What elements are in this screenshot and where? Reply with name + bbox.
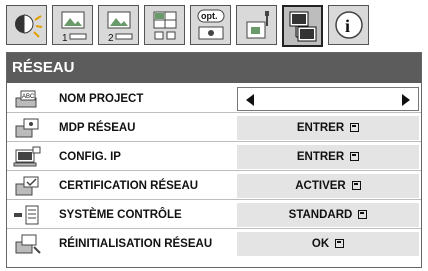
tab-image-1-number: 1 (62, 33, 68, 44)
tab-image-1[interactable]: 1 (52, 5, 93, 45)
network-certification-icon (15, 176, 39, 196)
network-menu-panel: RÉSEAU ABC NOM PROJECT MDP RÉSEAU ENTRER (6, 52, 422, 268)
network-reset-ok-button[interactable]: OK (237, 232, 419, 256)
row-ip-config[interactable]: CONFIG. IP ENTRER (7, 143, 421, 171)
row-divider (7, 112, 421, 113)
ip-config-enter-button[interactable]: ENTRER (237, 145, 419, 169)
network-password-icon (15, 118, 39, 138)
menu-tab-bar: 1 2 opt. i (6, 5, 422, 47)
tab-info[interactable]: i (328, 5, 369, 45)
tab-network[interactable] (282, 5, 323, 47)
tab-image-adjust[interactable] (6, 5, 47, 45)
ip-config-value: ENTRER (296, 151, 345, 163)
row-network-certification[interactable]: CERTIFICATION RÉSEAU ACTIVER (7, 172, 421, 200)
enter-icon (350, 123, 360, 132)
tab-info-text: i (345, 16, 350, 36)
row-network-reset[interactable]: RÉINITIALISATION RÉSEAU OK (7, 230, 421, 258)
info-icon: i (335, 11, 363, 39)
svg-text:ABC: ABC (22, 94, 35, 100)
network-certification-activate-button[interactable]: ACTIVER (237, 174, 419, 198)
menu-title: RÉSEAU (7, 53, 421, 83)
tab-image-2-number: 2 (108, 33, 114, 44)
network-certification-value: ACTIVER (295, 180, 346, 192)
row-network-password[interactable]: MDP RÉSEAU ENTRER (7, 114, 421, 142)
display-settings-icon (153, 11, 177, 40)
control-system-icon (14, 205, 39, 225)
project-name-label: NOM PROJECT (59, 93, 144, 105)
project-name-icon: ABC (15, 90, 37, 108)
ip-config-label: CONFIG. IP (59, 151, 121, 163)
arrow-right-icon[interactable] (402, 94, 410, 106)
network-icon (289, 11, 317, 42)
setup-icon (246, 11, 269, 39)
row-divider (7, 170, 421, 171)
row-divider (7, 228, 421, 229)
image-2-icon: 2 (107, 11, 133, 44)
row-control-system[interactable]: SYSTÈME CONTRÔLE STANDARD (7, 201, 421, 229)
control-system-label: SYSTÈME CONTRÔLE (59, 209, 182, 221)
tab-display-settings[interactable] (144, 5, 185, 45)
row-divider (7, 141, 421, 142)
network-reset-label: RÉINITIALISATION RÉSEAU (59, 238, 213, 250)
enter-icon (350, 152, 360, 161)
enter-icon (358, 210, 368, 219)
ip-config-icon (13, 146, 41, 167)
enter-icon (351, 181, 361, 190)
network-reset-value: OK (311, 238, 330, 250)
enter-icon (335, 239, 345, 248)
option-icon: opt. (197, 9, 225, 40)
arrow-left-icon[interactable] (246, 94, 254, 106)
tab-option-text: opt. (201, 11, 218, 21)
network-password-value: ENTRER (296, 122, 345, 134)
row-project-name[interactable]: ABC NOM PROJECT (7, 85, 421, 113)
image-1-icon: 1 (61, 11, 87, 44)
tab-option[interactable]: opt. (190, 5, 231, 45)
project-name-value-field[interactable] (237, 87, 419, 111)
network-reset-icon (15, 234, 41, 254)
tab-setup[interactable] (236, 5, 277, 45)
control-system-value: STANDARD (288, 209, 353, 221)
image-adjust-icon (15, 14, 43, 38)
control-system-button[interactable]: STANDARD (237, 203, 419, 227)
network-password-enter-button[interactable]: ENTRER (237, 116, 419, 140)
network-password-label: MDP RÉSEAU (59, 122, 136, 134)
row-divider (7, 199, 421, 200)
tab-image-2[interactable]: 2 (98, 5, 139, 45)
network-certification-label: CERTIFICATION RÉSEAU (59, 180, 199, 192)
